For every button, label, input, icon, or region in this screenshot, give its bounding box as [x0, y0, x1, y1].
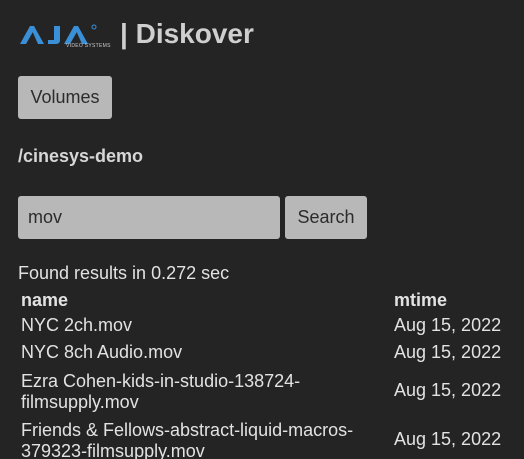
volume-path: /cinesys-demo	[18, 146, 144, 166]
file-name-cell[interactable]: Ezra Cohen-kids-in-studio-138724-filmsup…	[21, 366, 394, 415]
file-name-cell[interactable]: NYC 8ch Audio.mov	[21, 339, 394, 366]
table-row[interactable]: NYC 8ch Audio.mov Aug 15, 2022	[21, 339, 521, 366]
table-header-row: name mtime	[21, 288, 521, 312]
volumes-button[interactable]: Volumes	[18, 76, 112, 119]
mtime-cell: Aug 15, 2022	[394, 342, 502, 362]
table-row[interactable]: Friends & Fellows-abstract-liquid-macros…	[21, 415, 521, 459]
app-header: VIDEO SYSTEMS | Diskover	[18, 14, 254, 54]
logo-subtext: VIDEO SYSTEMS	[66, 43, 111, 49]
column-header-name[interactable]: name	[21, 288, 394, 312]
table-row[interactable]: Ezra Cohen-kids-in-studio-138724-filmsup…	[21, 366, 521, 415]
aja-logo: VIDEO SYSTEMS	[18, 16, 114, 52]
results-status: Found results in 0.272 sec	[18, 263, 230, 283]
page-title: | Diskover	[120, 18, 254, 49]
column-header-mtime[interactable]: mtime	[394, 288, 521, 312]
search-button[interactable]: Search	[285, 196, 367, 239]
search-input[interactable]	[18, 196, 280, 239]
mtime-cell: Aug 15, 2022	[394, 429, 502, 449]
table-row[interactable]: NYC 2ch.mov Aug 15, 2022	[21, 312, 521, 339]
file-name-cell[interactable]: NYC 2ch.mov	[21, 312, 394, 339]
mtime-cell: Aug 15, 2022	[394, 315, 502, 335]
results-table: name mtime NYC 2ch.mov Aug 15, 2022 NYC …	[21, 288, 521, 459]
mtime-cell: Aug 15, 2022	[394, 380, 502, 400]
file-name-cell[interactable]: Friends & Fellows-abstract-liquid-macros…	[21, 415, 394, 459]
